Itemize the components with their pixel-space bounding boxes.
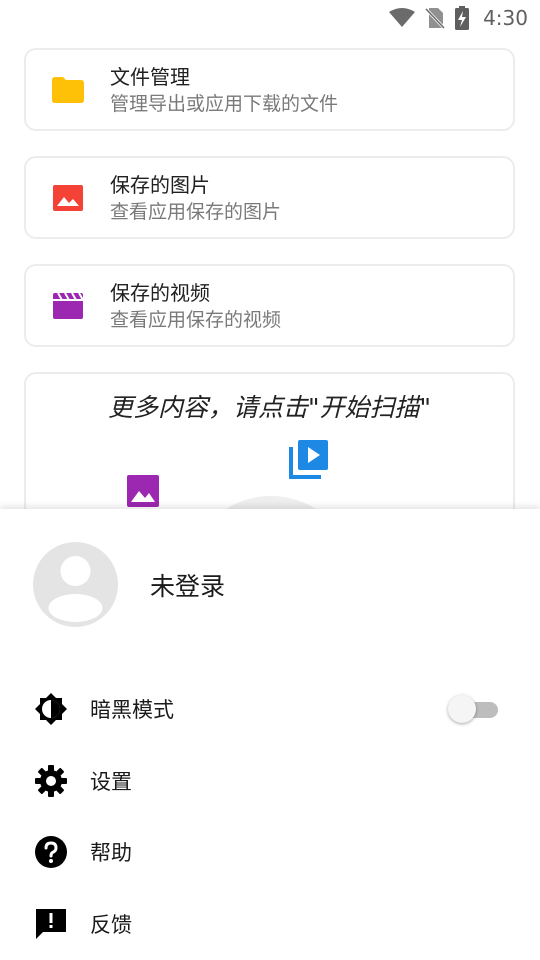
user-name[interactable]: 未登录 (150, 567, 225, 603)
avatar[interactable] (33, 542, 118, 627)
folder-icon (52, 74, 84, 106)
help-icon (34, 835, 68, 869)
menu-item-dark-mode[interactable]: 暗黑模式 (0, 679, 540, 739)
card-saved-images[interactable]: 保存的图片 查看应用保存的图片 (24, 156, 515, 239)
card-subtitle: 查看应用保存的图片 (110, 200, 282, 223)
status-time: 4:30 (483, 6, 528, 30)
feedback-icon (34, 907, 68, 941)
movie-icon (52, 290, 84, 322)
card-title: 保存的图片 (110, 172, 210, 197)
menu-item-feedback[interactable]: 反馈 (0, 894, 540, 954)
card-saved-videos[interactable]: 保存的视频 查看应用保存的视频 (24, 264, 515, 347)
card-title: 文件管理 (110, 64, 190, 89)
scan-prompt: 更多内容，请点击"开始扫描" (108, 393, 431, 422)
brightness-icon (34, 692, 68, 726)
menu-label: 设置 (90, 770, 132, 794)
status-bar: 4:30 (0, 0, 540, 36)
no-sim-icon (425, 7, 446, 29)
video-library-icon (288, 438, 330, 484)
dark-mode-toggle[interactable] (448, 695, 498, 723)
menu-label: 反馈 (90, 913, 132, 937)
card-subtitle: 查看应用保存的视频 (110, 308, 282, 331)
battery-charging-icon (455, 6, 470, 30)
menu-item-settings[interactable]: 设置 (0, 751, 540, 811)
card-subtitle: 管理导出或应用下载的文件 (110, 92, 339, 115)
image-icon (126, 474, 160, 512)
toggle-thumb (448, 695, 476, 723)
user-drawer: 未登录 暗黑模式 设置 帮助 反馈 (0, 509, 540, 960)
image-icon (52, 182, 84, 214)
menu-label: 帮助 (90, 841, 132, 865)
menu-item-help[interactable]: 帮助 (0, 822, 540, 882)
card-title: 保存的视频 (110, 280, 210, 305)
app-screen: 4:30 文件管理 管理导出或应用下载的文件 保存的图片 查看应用保存的图片 保… (0, 0, 540, 960)
menu-label: 暗黑模式 (90, 698, 174, 722)
gear-icon (34, 764, 68, 798)
wifi-icon (389, 8, 416, 28)
card-file-manager[interactable]: 文件管理 管理导出或应用下载的文件 (24, 48, 515, 131)
